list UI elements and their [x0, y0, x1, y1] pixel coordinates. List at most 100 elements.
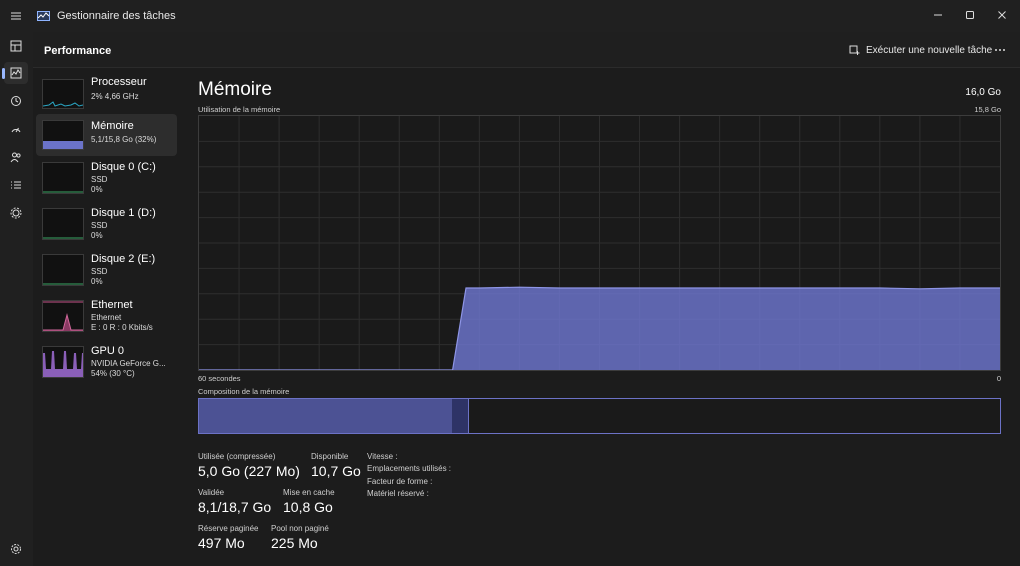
resource-item-disk-1[interactable]: Disque 1 (D:) SSD 0%	[36, 202, 177, 244]
nav-details[interactable]	[4, 174, 28, 196]
memory-usage-chart	[199, 116, 1000, 371]
stat-committed-label: Validée	[198, 488, 225, 497]
stat-paged-pool-label: Réserve paginée	[198, 524, 259, 533]
nav-app-history[interactable]	[4, 90, 28, 112]
stat-nonpaged-pool-value: 225 Mo	[271, 535, 318, 551]
resource-name: Ethernet	[91, 299, 133, 311]
stat-used-label: Utilisée (compressée)	[198, 452, 276, 461]
maximize-icon	[966, 11, 974, 19]
stat-cached: Mise en cache 10,8 Go	[283, 488, 335, 515]
more-options-button[interactable]	[988, 41, 1012, 59]
x-axis-start-label: 60 secondes	[198, 374, 241, 383]
resource-name: Mémoire	[91, 120, 134, 132]
page-header: Performance Exécuter une nouvelle tâche	[33, 32, 1020, 68]
stat-committed: Validée 8,1/18,7 Go	[198, 488, 271, 515]
memory-panel: Mémoire 16,0 Go Utilisation de la mémoir…	[183, 68, 1020, 566]
settings-icon	[11, 544, 21, 554]
nav-settings[interactable]	[4, 538, 28, 560]
form-factor-label: Facteur de forme :	[367, 477, 433, 486]
run-new-task-label: Exécuter une nouvelle tâche	[866, 44, 993, 56]
nav-startup-apps[interactable]	[4, 118, 28, 140]
resource-detail: 0%	[91, 277, 103, 286]
more-dot-icon	[995, 49, 997, 51]
memory-title: Mémoire	[198, 79, 272, 100]
details-icon	[11, 181, 21, 189]
page-title: Performance	[44, 45, 112, 57]
services-icon	[10, 207, 22, 219]
memory-composition-bar[interactable]	[198, 398, 1001, 434]
stat-available: Disponible 10,7 Go	[311, 452, 361, 479]
resource-item-cpu[interactable]: Processeur 2% 4,66 GHz	[36, 73, 177, 115]
memory-total: 16,0 Go	[965, 87, 1001, 98]
stat-available-value: 10,7 Go	[311, 463, 361, 479]
resource-name: Disque 2 (E:)	[91, 253, 156, 265]
more-dot-icon	[1003, 49, 1005, 51]
resource-name: Disque 0 (C:)	[91, 161, 156, 173]
resource-type: NVIDIA GeForce G...	[91, 359, 166, 368]
stat-paged-pool: Réserve paginée 497 Mo	[198, 524, 258, 551]
stat-available-label: Disponible	[311, 452, 349, 461]
task-manager-app-icon	[37, 11, 50, 21]
resource-type: SSD	[91, 267, 108, 276]
memory-usage-graph	[198, 115, 1001, 371]
startup-apps-icon	[11, 127, 21, 133]
usage-graph-max: 15,8 Go	[974, 105, 1001, 114]
resource-item-ethernet[interactable]: Ethernet Ethernet E : 0 R : 0 Kbits/s	[36, 294, 177, 336]
resource-list: Processeur 2% 4,66 GHz Mémoire 5,1/15,8 …	[33, 68, 183, 566]
stat-nonpaged-pool-label: Pool non paginé	[271, 524, 329, 533]
run-new-task-button[interactable]: Exécuter une nouvelle tâche	[849, 41, 992, 59]
resource-detail: 0%	[91, 231, 103, 240]
resource-item-disk-0[interactable]: Disque 0 (C:) SSD 0%	[36, 156, 177, 198]
resource-detail: 5,1/15,8 Go (32%)	[91, 135, 157, 144]
resource-type: SSD	[91, 221, 108, 230]
memory-thumbnail	[42, 120, 84, 150]
maximize-button[interactable]	[953, 0, 987, 30]
window-title: Gestionnaire des tâches	[57, 10, 176, 22]
gpu-0-thumbnail	[42, 346, 84, 378]
nav-processes[interactable]	[4, 35, 28, 57]
resource-type: Ethernet	[91, 313, 122, 322]
resource-name: Processeur	[91, 76, 147, 88]
more-dot-icon	[999, 49, 1001, 51]
disk-2-thumbnail	[42, 254, 84, 286]
speed-label: Vitesse :	[367, 452, 398, 461]
stat-committed-value: 8,1/18,7 Go	[198, 499, 272, 515]
resource-item-memory[interactable]: Mémoire 5,1/15,8 Go (32%)	[36, 114, 177, 156]
resource-item-gpu-0[interactable]: GPU 0 NVIDIA GeForce G... 54% (30 °C)	[36, 340, 177, 382]
nav-users[interactable]	[4, 146, 28, 168]
composition-label: Composition de la mémoire	[198, 387, 290, 396]
nav-services[interactable]	[4, 202, 28, 224]
minimize-button[interactable]	[921, 0, 955, 30]
resource-detail: 2% 4,66 GHz	[91, 92, 139, 101]
usage-graph-label: Utilisation de la mémoire	[198, 105, 281, 114]
app-history-icon	[11, 96, 21, 106]
cpu-thumbnail	[42, 79, 84, 109]
users-icon	[10, 152, 21, 163]
disk-0-thumbnail	[42, 162, 84, 194]
resource-item-disk-2[interactable]: Disque 2 (E:) SSD 0%	[36, 248, 177, 290]
close-icon	[998, 11, 1006, 19]
hardware-reserved-label: Matériel réservé :	[367, 489, 429, 498]
close-button[interactable]	[985, 0, 1019, 30]
disk-1-thumbnail	[42, 208, 84, 240]
resource-name: Disque 1 (D:)	[91, 207, 156, 219]
resource-detail: 0%	[91, 185, 103, 194]
resource-type: SSD	[91, 175, 108, 184]
resource-detail: 54% (30 °C)	[91, 369, 135, 378]
nav-performance[interactable]	[2, 62, 28, 84]
stat-used: Utilisée (compressée) 5,0 Go (227 Mo)	[198, 452, 300, 479]
resource-detail: E : 0 R : 0 Kbits/s	[91, 323, 153, 332]
run-task-icon	[849, 45, 860, 55]
x-axis-end-label: 0	[996, 374, 1001, 383]
navigation-rail	[0, 32, 33, 566]
hamburger-menu-icon	[11, 12, 21, 20]
hamburger-menu-button[interactable]	[4, 5, 28, 27]
stat-cached-value: 10,8 Go	[283, 499, 333, 515]
stat-cached-label: Mise en cache	[283, 488, 335, 497]
title-bar: Gestionnaire des tâches	[0, 0, 1020, 32]
performance-icon	[10, 67, 22, 79]
stat-paged-pool-value: 497 Mo	[198, 535, 245, 551]
composition-in-use[interactable]	[199, 399, 454, 433]
stat-used-value: 5,0 Go (227 Mo)	[198, 463, 300, 479]
composition-modified[interactable]	[452, 399, 469, 433]
